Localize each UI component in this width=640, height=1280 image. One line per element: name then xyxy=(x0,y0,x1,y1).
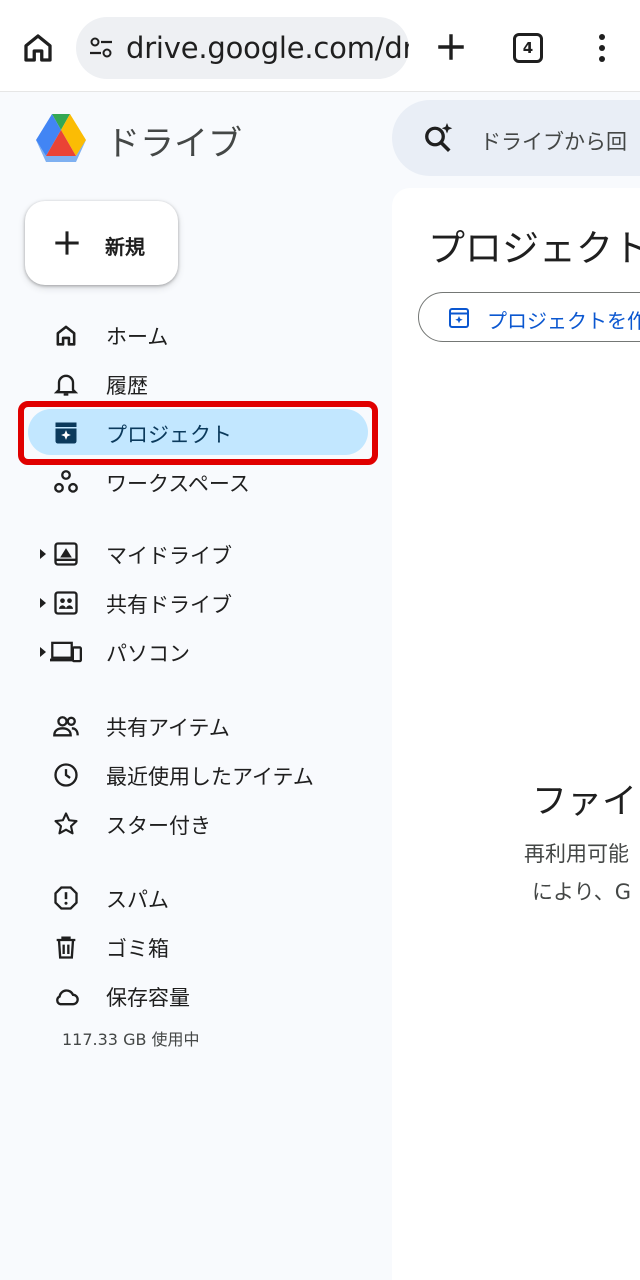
site-settings-icon[interactable] xyxy=(88,36,114,60)
main-content: プロジェクト プロジェクトを作 ファイ 再利用可能 により、G xyxy=(392,188,640,1280)
spam-icon xyxy=(54,886,78,910)
sidebar-item-label: 最近使用したアイテム xyxy=(106,765,314,789)
new-tab-icon[interactable] xyxy=(434,30,468,64)
storage-usage-text: 117.33 GB 使用中 xyxy=(62,1030,200,1049)
sidebar-item-my-drive[interactable]: マイドライブ xyxy=(28,530,368,576)
sidebar-item-home[interactable]: ホーム xyxy=(28,311,368,357)
browser-home-icon[interactable] xyxy=(20,30,56,66)
sidebar-item-spam[interactable]: スパム xyxy=(28,874,368,920)
sidebar-item-label: 保存容量 xyxy=(106,986,190,1010)
sidebar-item-recent[interactable]: 最近使用したアイテム xyxy=(28,751,368,797)
expand-caret-icon[interactable] xyxy=(39,548,47,560)
sidebar-item-label: スター付き xyxy=(106,814,211,838)
sidebar-item-label: ゴミ箱 xyxy=(106,937,169,961)
empty-state-description: 再利用可能 xyxy=(524,842,629,866)
browser-toolbar: drive.google.com/driv 4 xyxy=(0,0,640,92)
sidebar-item-label: 共有ドライブ xyxy=(106,593,232,617)
sidebar-item-label: ワークスペース xyxy=(106,472,250,496)
sidebar-item-shared-drives[interactable]: 共有ドライブ xyxy=(28,579,368,625)
clock-icon xyxy=(54,763,78,787)
create-project-button[interactable]: プロジェクトを作 xyxy=(418,292,640,342)
workspace-icon xyxy=(54,470,78,493)
address-bar[interactable]: drive.google.com/driv xyxy=(76,17,409,79)
people-icon xyxy=(53,716,79,737)
sidebar-item-label: マイドライブ xyxy=(106,544,232,568)
search-placeholder[interactable]: ドライブから回 xyxy=(480,126,627,156)
bell-icon xyxy=(53,374,79,396)
sidebar-item-label: ホーム xyxy=(106,325,169,349)
ai-search-icon xyxy=(425,123,453,153)
home-icon xyxy=(56,325,76,346)
app-title: ドライブ xyxy=(106,124,242,164)
star-icon xyxy=(54,812,78,835)
computer-icon xyxy=(50,641,82,663)
cloud-icon xyxy=(56,989,79,1006)
shared-drive-icon xyxy=(54,591,78,615)
sidebar-item-history[interactable]: 履歴 xyxy=(28,360,368,406)
sidebar-item-label: パソコン xyxy=(106,642,190,666)
page-title: プロジェクト xyxy=(428,227,640,270)
create-project-label: プロジェクトを作 xyxy=(487,309,640,333)
my-drive-icon xyxy=(54,542,78,566)
sidebar-item-storage[interactable]: 保存容量 xyxy=(28,972,368,1018)
project-create-icon xyxy=(449,308,469,328)
tab-switcher-button[interactable]: 4 xyxy=(513,33,543,63)
sidebar-item-label: スパム xyxy=(106,888,169,912)
drive-logo-icon[interactable] xyxy=(32,112,90,164)
sidebar-item-workspaces[interactable]: ワークスペース xyxy=(28,458,368,504)
plus-icon xyxy=(55,231,79,255)
sidebar-item-label: 共有アイテム xyxy=(106,716,230,740)
more-options-icon[interactable] xyxy=(590,30,614,66)
sidebar-item-starred[interactable]: スター付き xyxy=(28,800,368,846)
search-bar[interactable]: ドライブから回 xyxy=(392,100,640,176)
expand-caret-icon[interactable] xyxy=(39,646,47,658)
new-button[interactable]: 新規 xyxy=(25,201,178,285)
empty-state-description: により、G xyxy=(532,880,632,904)
expand-caret-icon[interactable] xyxy=(39,597,47,609)
sidebar-item-trash[interactable]: ゴミ箱 xyxy=(28,923,368,969)
url-text[interactable]: drive.google.com/driv xyxy=(126,31,409,65)
selection-highlight xyxy=(18,401,378,465)
trash-icon xyxy=(56,936,76,959)
tab-count: 4 xyxy=(522,39,534,57)
new-button-label: 新規 xyxy=(105,235,145,259)
sidebar-item-label: 履歴 xyxy=(106,374,148,398)
empty-state-title: ファイ xyxy=(532,782,638,822)
sidebar-item-computers[interactable]: パソコン xyxy=(28,628,368,674)
sidebar-item-shared-with-me[interactable]: 共有アイテム xyxy=(28,702,368,748)
